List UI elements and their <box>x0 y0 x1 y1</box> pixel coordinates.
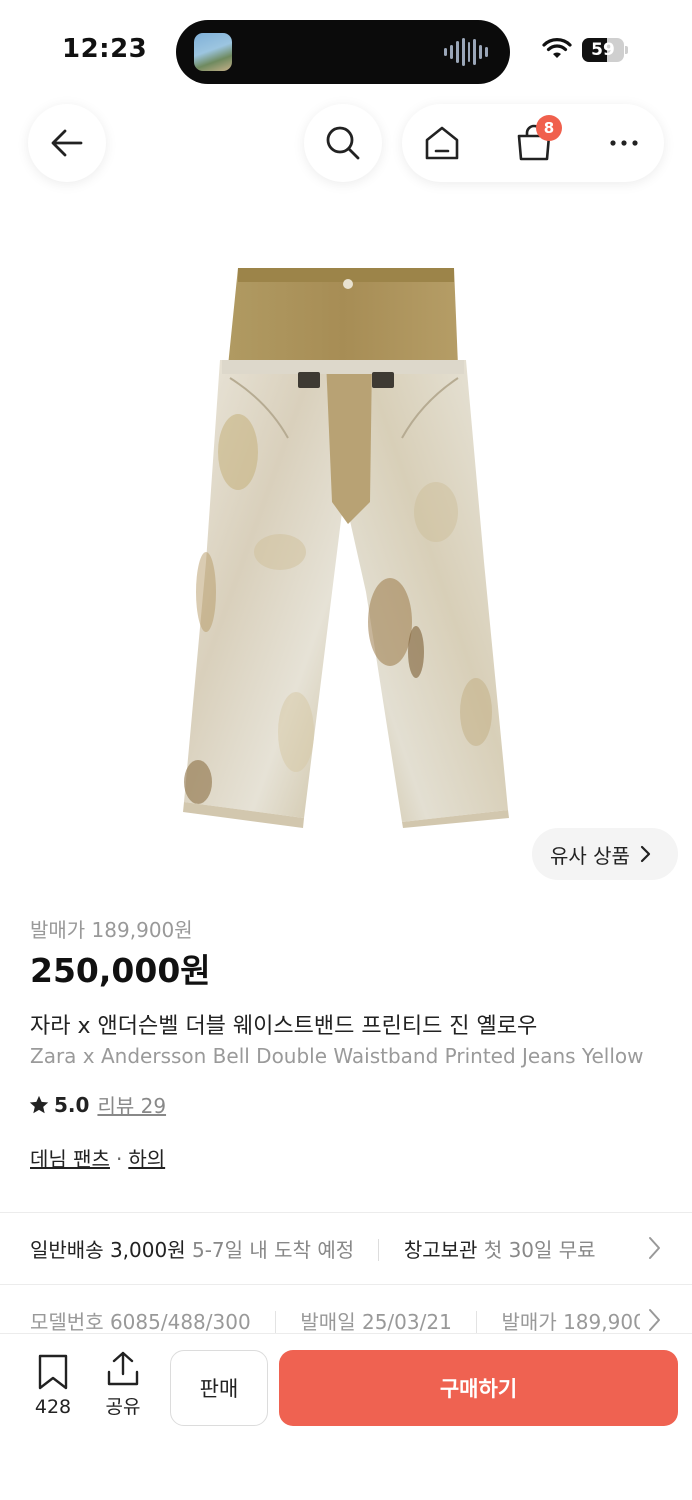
warehouse-storage-note: 첫 30일 무료 <box>483 1238 596 1262</box>
buy-button[interactable]: 구매하기 <box>279 1350 678 1426</box>
sell-button[interactable]: 판매 <box>170 1350 268 1426</box>
product-image[interactable] <box>176 262 516 828</box>
standard-shipping-label: 일반배송 3,000원 <box>30 1238 186 1262</box>
chevron-right-icon[interactable] <box>648 1308 662 1332</box>
release-date-label: 발매일 25/03/21 <box>300 1310 452 1334</box>
bookmark-count: 428 <box>34 1396 72 1418</box>
star-icon <box>29 1095 49 1113</box>
divider <box>0 1284 692 1285</box>
search-icon <box>326 126 360 160</box>
back-arrow-icon <box>51 129 83 157</box>
cart-button[interactable]: 8 <box>514 115 562 163</box>
bookmark-icon <box>38 1354 68 1390</box>
battery-icon: 59 <box>582 38 628 62</box>
battery-level: 59 <box>591 40 615 60</box>
chevron-right-icon <box>640 845 651 863</box>
model-number-label: 모델번호 6085/488/300 <box>30 1310 251 1334</box>
release-price-label: 발매가 189,900원 <box>30 918 193 942</box>
rating-score: 5.0 <box>54 1092 90 1117</box>
nav-action-group: 8 <box>402 104 664 182</box>
share-label: 공유 <box>105 1396 141 1418</box>
rating-row: 5.0 리뷰 29 <box>28 1090 166 1119</box>
product-info-row[interactable]: 모델번호 6085/488/300 발매일 25/03/21 발매가 189,9… <box>30 1306 640 1335</box>
product-title-english: Zara x Andersson Bell Double Waistband P… <box>30 1044 644 1068</box>
shipping-options-row[interactable]: 일반배송 3,000원 5-7일 내 도착 예정 창고보관 첫 30일 무료 <box>30 1234 596 1263</box>
divider <box>0 1212 692 1213</box>
bottom-action-bar: 428 공유 판매 구매하기 <box>0 1333 692 1500</box>
audio-waveform-icon <box>444 38 488 66</box>
warehouse-storage-label: 창고보관 <box>403 1238 478 1262</box>
current-price: 250,000원 <box>30 951 211 990</box>
chevron-right-icon[interactable] <box>648 1236 662 1260</box>
similar-products-button[interactable]: 유사 상품 <box>532 828 678 880</box>
standard-shipping-eta: 5-7일 내 도착 예정 <box>191 1238 355 1262</box>
category-link-denim-pants[interactable]: 데님 팬츠 <box>30 1147 110 1171</box>
similar-products-label: 유사 상품 <box>550 843 630 868</box>
share-button[interactable]: 공유 <box>100 1350 146 1419</box>
home-icon <box>425 126 459 160</box>
review-link[interactable]: 리뷰 29 <box>97 1090 166 1119</box>
back-button[interactable] <box>28 104 106 182</box>
home-button[interactable] <box>422 123 462 163</box>
more-button[interactable] <box>604 123 644 163</box>
share-icon <box>107 1351 139 1386</box>
category-separator: · <box>115 1147 123 1171</box>
more-icon <box>610 140 638 146</box>
cart-count-badge: 8 <box>536 115 562 141</box>
search-button[interactable] <box>304 104 382 182</box>
product-title-korean: 자라 x 앤더슨벨 더블 웨이스트밴드 프린티드 진 옐로우 <box>30 1014 538 1039</box>
bookmark-button[interactable]: 428 <box>30 1354 76 1418</box>
status-time: 12:23 <box>62 34 148 64</box>
info-release-price-label: 발매가 189,900원 <box>501 1310 640 1334</box>
wifi-icon <box>542 38 572 58</box>
category-breadcrumb: 데님 팬츠 · 하의 <box>30 1143 165 1172</box>
dynamic-island[interactable] <box>176 20 510 84</box>
category-link-bottoms[interactable]: 하의 <box>128 1147 165 1171</box>
now-playing-thumbnail <box>194 33 232 71</box>
status-bar: 12:23 59 <box>0 0 692 100</box>
